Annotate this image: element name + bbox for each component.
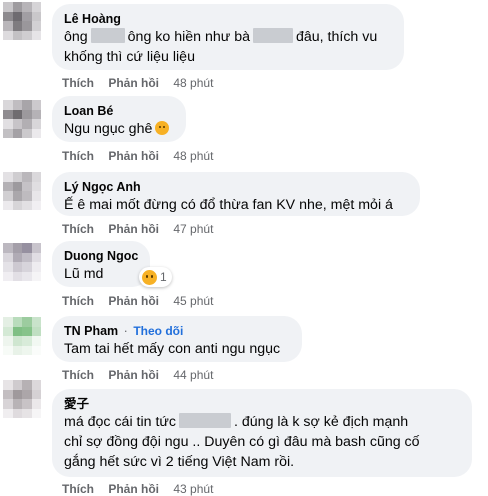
comment-author[interactable]: Duong Ngoc bbox=[64, 248, 138, 264]
avatar[interactable] bbox=[3, 380, 41, 418]
comment-timestamp[interactable]: 44 phút bbox=[173, 368, 213, 382]
comment-text-part: Ngu ngục ghê bbox=[64, 121, 153, 137]
follow-button[interactable]: Theo dõi bbox=[133, 324, 183, 338]
like-button[interactable]: Thích bbox=[62, 368, 94, 382]
comment-actions: Thích Phản hồi 48 phút bbox=[62, 149, 213, 163]
avatar[interactable] bbox=[3, 243, 41, 281]
censor-block bbox=[252, 28, 293, 43]
sad-reaction-icon bbox=[142, 269, 157, 285]
like-button[interactable]: Thích bbox=[62, 294, 94, 308]
avatar[interactable] bbox=[3, 317, 41, 355]
comment-text-part: ông bbox=[64, 29, 88, 45]
comment-author[interactable]: Lê Hoàng bbox=[64, 11, 392, 27]
comment-text-line: gắng hết sức vì 2 tiếng Việt Nam rồi. bbox=[64, 454, 295, 470]
comment-author[interactable]: Loan Bé bbox=[64, 103, 174, 119]
comment-bubble: TN Pham · Theo dõi Tam tai hết mấy con a… bbox=[52, 316, 302, 362]
comment-text: Lũ md bbox=[64, 266, 104, 282]
reaction-count: 1 bbox=[160, 270, 167, 284]
like-button[interactable]: Thích bbox=[62, 222, 94, 236]
comment-timestamp[interactable]: 45 phút bbox=[173, 294, 213, 308]
comment-actions: Thích Phản hồi 45 phút bbox=[62, 294, 213, 308]
comment-bubble: Lê Hoàng ông ông ko hiền như bà đâu, thích… bbox=[52, 4, 404, 70]
avatar[interactable] bbox=[3, 172, 41, 210]
comment-text-line: chỉ sợ đồng đội ngu .. Duyên có gì đâu m… bbox=[64, 434, 420, 450]
avatar[interactable] bbox=[3, 100, 41, 138]
reply-button[interactable]: Phản hồi bbox=[108, 222, 159, 236]
like-button[interactable]: Thích bbox=[62, 76, 94, 90]
comment-timestamp[interactable]: 48 phút bbox=[173, 149, 213, 163]
comment-text-part: ông ko hiền như bà bbox=[127, 29, 250, 45]
comment-actions: Thích Phản hồi 43 phút bbox=[62, 482, 213, 496]
comment-text-part: má đọc cái tin tức bbox=[64, 414, 177, 430]
comment-bubble: Loan Bé Ngu ngục ghê bbox=[52, 96, 186, 142]
comment-text-part: đâu, thích vu bbox=[295, 29, 378, 45]
comment-actions: Thích Phản hồi 47 phút bbox=[62, 222, 213, 236]
comment-author[interactable]: 愛子 bbox=[64, 396, 460, 412]
reply-button[interactable]: Phản hồi bbox=[108, 368, 159, 382]
censor-block bbox=[90, 28, 125, 43]
comment-timestamp[interactable]: 43 phút bbox=[173, 482, 213, 496]
comment-actions: Thích Phản hồi 48 phút bbox=[62, 76, 213, 90]
like-button[interactable]: Thích bbox=[62, 149, 94, 163]
grimace-emoji-icon bbox=[155, 121, 170, 135]
reply-button[interactable]: Phản hồi bbox=[108, 149, 159, 163]
reply-button[interactable]: Phản hồi bbox=[108, 294, 159, 308]
comment-bubble: Lý Ngọc Anh Ế ê mai mốt đừng có đổ thừa … bbox=[52, 172, 420, 216]
comment-timestamp[interactable]: 48 phút bbox=[173, 76, 213, 90]
comment-bubble: Duong Ngoc Lũ md bbox=[52, 241, 150, 287]
comment-author[interactable]: Lý Ngọc Anh bbox=[64, 179, 408, 195]
comment-text: má đọc cái tin tức . đúng là k sợ kẻ địch… bbox=[64, 412, 460, 432]
censor-block bbox=[179, 413, 232, 428]
like-button[interactable]: Thích bbox=[62, 482, 94, 496]
reply-button[interactable]: Phản hồi bbox=[108, 482, 159, 496]
comment-text: Ngu ngục ghê bbox=[64, 119, 174, 139]
comment-text-part: . đúng là k sợ kẻ địch mạnh bbox=[234, 414, 409, 430]
comment-actions: Thích Phản hồi 44 phút bbox=[62, 368, 213, 382]
comment-author-name[interactable]: TN Pham bbox=[64, 324, 118, 338]
reaction-count-badge[interactable]: 1 bbox=[139, 267, 172, 287]
comment-author: TN Pham · Theo dõi bbox=[64, 323, 290, 339]
avatar[interactable] bbox=[3, 2, 41, 40]
comment-text: Ế ê mai mốt đừng có đổ thừa fan KV nhe, … bbox=[64, 197, 393, 213]
comment-text: ông ông ko hiền như bà đâu, thích vu bbox=[64, 27, 392, 47]
reply-button[interactable]: Phản hồi bbox=[108, 76, 159, 90]
comment-text: Tam tai hết mấy con anti ngu ngục bbox=[64, 341, 281, 357]
comment-timestamp[interactable]: 47 phút bbox=[173, 222, 213, 236]
separator-dot: · bbox=[123, 324, 128, 338]
comment-bubble: 愛子 má đọc cái tin tức . đúng là k sợ kẻ đ… bbox=[52, 389, 472, 477]
comment-text-line: khống thì cứ liệu liệu bbox=[64, 49, 195, 65]
